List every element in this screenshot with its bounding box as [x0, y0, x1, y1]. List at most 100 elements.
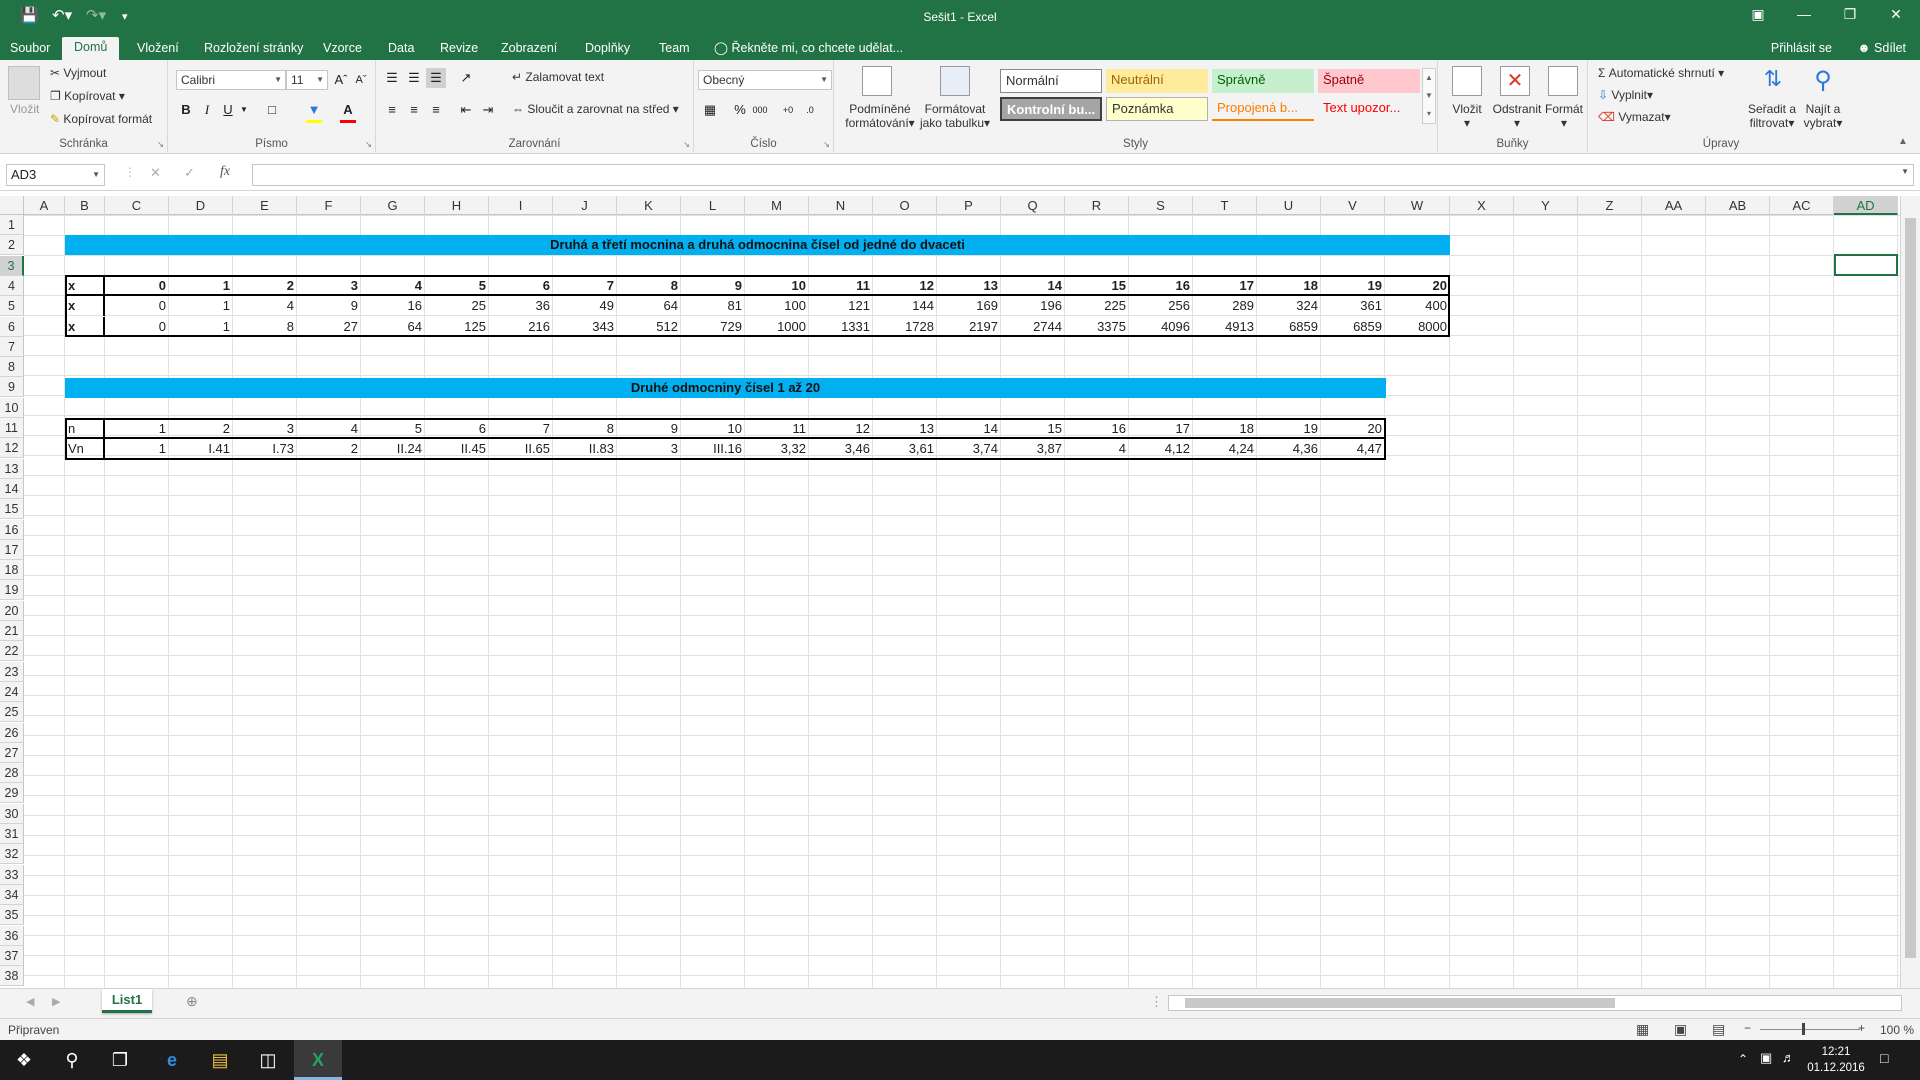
row-header[interactable]: 37 — [0, 945, 24, 966]
table-cell[interactable]: 25 — [425, 296, 489, 316]
font-size-select[interactable]: 11 ▼ — [286, 70, 328, 90]
delete-cells-icon[interactable]: ✕ — [1500, 66, 1530, 96]
table-cell[interactable]: II.83 — [553, 439, 617, 459]
table-cell[interactable]: 11 — [809, 276, 873, 296]
worksheet-grid[interactable]: A B C D E F G H I J K L M N O P Q R S T U V W X Y Z AA AB AC AD 12345… — [0, 196, 1900, 988]
row-header[interactable]: 10 — [0, 397, 24, 418]
table-cell[interactable]: 13 — [873, 419, 937, 439]
tab-addins[interactable]: Doplňky — [581, 39, 634, 60]
tab-data[interactable]: Data — [384, 39, 418, 60]
enter-icon[interactable]: ✓ — [184, 165, 195, 181]
split-handle-icon[interactable]: ⋮ — [1150, 994, 1163, 1010]
table-cell[interactable]: 8 — [553, 419, 617, 439]
table-cell[interactable]: 81 — [681, 296, 745, 316]
column-header[interactable]: I — [489, 196, 553, 215]
table-cell[interactable]: 12 — [873, 276, 937, 296]
format-cells-button[interactable]: Formát ▾ — [1542, 102, 1586, 130]
table-cell[interactable]: 8 — [617, 276, 681, 296]
table-cell[interactable]: 1 — [169, 276, 233, 296]
table-cell[interactable]: 1 — [105, 439, 169, 459]
accounting-icon[interactable]: ▦ — [700, 100, 720, 120]
table-cell[interactable]: 196 — [1001, 296, 1065, 316]
row-header[interactable]: 1 — [0, 215, 24, 235]
row-header[interactable]: 7 — [0, 336, 24, 357]
zoom-level[interactable]: 100 % — [1880, 1023, 1914, 1037]
table2-banner[interactable]: Druhé odmocniny čísel 1 až 20 — [65, 378, 1386, 398]
table-cell[interactable]: 6859 — [1257, 317, 1321, 337]
tab-review[interactable]: Revize — [436, 39, 482, 60]
table-cell[interactable]: 16 — [1065, 419, 1129, 439]
table-cell[interactable]: 16 — [361, 296, 425, 316]
format-as-table-icon[interactable] — [940, 66, 970, 96]
column-header[interactable]: R — [1065, 196, 1129, 215]
table1-banner[interactable]: Druhá a třetí mocnina a druhá odmocnina … — [65, 235, 1450, 255]
number-format-select[interactable]: Obecný ▼ — [698, 70, 832, 90]
column-header[interactable]: W — [1385, 196, 1450, 215]
insert-cells-icon[interactable] — [1452, 66, 1482, 96]
table-cell[interactable]: 27 — [297, 317, 361, 337]
zoom-out-icon[interactable]: − — [1744, 1021, 1751, 1035]
table-cell[interactable]: 15 — [1001, 419, 1065, 439]
format-as-table-button[interactable]: Formátovat jako tabulku▾ — [918, 102, 992, 130]
fill-color-icon[interactable]: ▼ — [304, 100, 324, 120]
tell-me-box[interactable]: ◯ Řekněte mi, co chcete udělat... — [714, 39, 903, 58]
table-cell[interactable]: 64 — [617, 296, 681, 316]
table-cell[interactable]: 1000 — [745, 317, 809, 337]
row-header[interactable]: 29 — [0, 783, 24, 804]
tab-page-layout[interactable]: Rozložení stránky — [200, 39, 307, 60]
table-cell[interactable]: 4 — [1065, 439, 1129, 459]
column-header[interactable]: K — [617, 196, 681, 215]
table-cell[interactable]: 19 — [1321, 276, 1385, 296]
row-header[interactable]: 23 — [0, 661, 24, 682]
table-cell[interactable]: 2197 — [937, 317, 1001, 337]
sort-filter-button[interactable]: Seřadit a filtrovat▾ — [1744, 102, 1800, 130]
column-header[interactable]: AD — [1834, 196, 1898, 215]
table-cell[interactable]: 100 — [745, 296, 809, 316]
row-label-cell[interactable]: x — [65, 296, 105, 317]
merge-center-button[interactable]: ⇔ Sloučit a zarovnat na střed ▾ — [512, 102, 679, 116]
collapse-ribbon-icon[interactable]: ▲ — [1898, 136, 1908, 147]
table-cell[interactable]: 1728 — [873, 317, 937, 337]
table-cell[interactable]: 2 — [297, 439, 361, 459]
table-cell[interactable]: 19 — [1257, 419, 1321, 439]
table-cell[interactable]: II.24 — [361, 439, 425, 459]
align-center-icon[interactable]: ≡ — [404, 100, 424, 120]
table-cell[interactable]: 7 — [553, 276, 617, 296]
table-cell[interactable]: III.16 — [681, 439, 745, 459]
bold-button[interactable]: B — [176, 100, 196, 120]
table-cell[interactable]: 4 — [361, 276, 425, 296]
selected-cell[interactable] — [1834, 254, 1898, 276]
excel-taskbar-icon[interactable]: X — [294, 1040, 342, 1080]
table-cell[interactable]: 0 — [105, 317, 169, 337]
column-header[interactable]: Q — [1001, 196, 1065, 215]
table-cell[interactable]: 4096 — [1129, 317, 1193, 337]
vertical-scrollbar[interactable] — [1900, 196, 1920, 988]
column-header[interactable]: T — [1193, 196, 1257, 215]
table-cell[interactable]: 12 — [809, 419, 873, 439]
column-header[interactable]: AB — [1706, 196, 1770, 215]
edge-icon[interactable]: e — [148, 1040, 196, 1080]
conditional-formatting-button[interactable]: Podmíněné formátování▾ — [844, 102, 916, 130]
font-name-select[interactable]: Calibri ▼ — [176, 70, 286, 90]
sheet-tab-list1[interactable]: List1 — [102, 989, 152, 1013]
insert-function-icon[interactable]: fx — [220, 164, 230, 180]
new-sheet-icon[interactable]: ⊕ — [186, 993, 198, 1010]
table-cell[interactable]: I.41 — [169, 439, 233, 459]
table-cell[interactable]: 125 — [425, 317, 489, 337]
table-cell[interactable]: 4,24 — [1193, 439, 1257, 459]
cancel-icon[interactable]: ✕ — [150, 165, 161, 181]
clear-button[interactable]: ⌫ Vymazat▾ — [1598, 110, 1671, 124]
task-view-icon[interactable]: ❐ — [96, 1040, 144, 1080]
tab-home[interactable]: Domů — [62, 37, 120, 60]
format-cells-icon[interactable] — [1548, 66, 1578, 96]
align-left-icon[interactable]: ≡ — [382, 100, 402, 120]
table-cell[interactable]: 729 — [681, 317, 745, 337]
row-header[interactable]: 21 — [0, 621, 24, 641]
table-cell[interactable]: 4,47 — [1321, 439, 1385, 459]
zoom-slider[interactable] — [1760, 1029, 1860, 1030]
table-cell[interactable]: 3 — [297, 276, 361, 296]
row-header[interactable]: 18 — [0, 560, 24, 581]
table-cell[interactable]: 9 — [617, 419, 681, 439]
horizontal-scrollbar[interactable] — [1168, 995, 1902, 1011]
ribbon-display-icon[interactable]: ▣ — [1738, 6, 1778, 23]
